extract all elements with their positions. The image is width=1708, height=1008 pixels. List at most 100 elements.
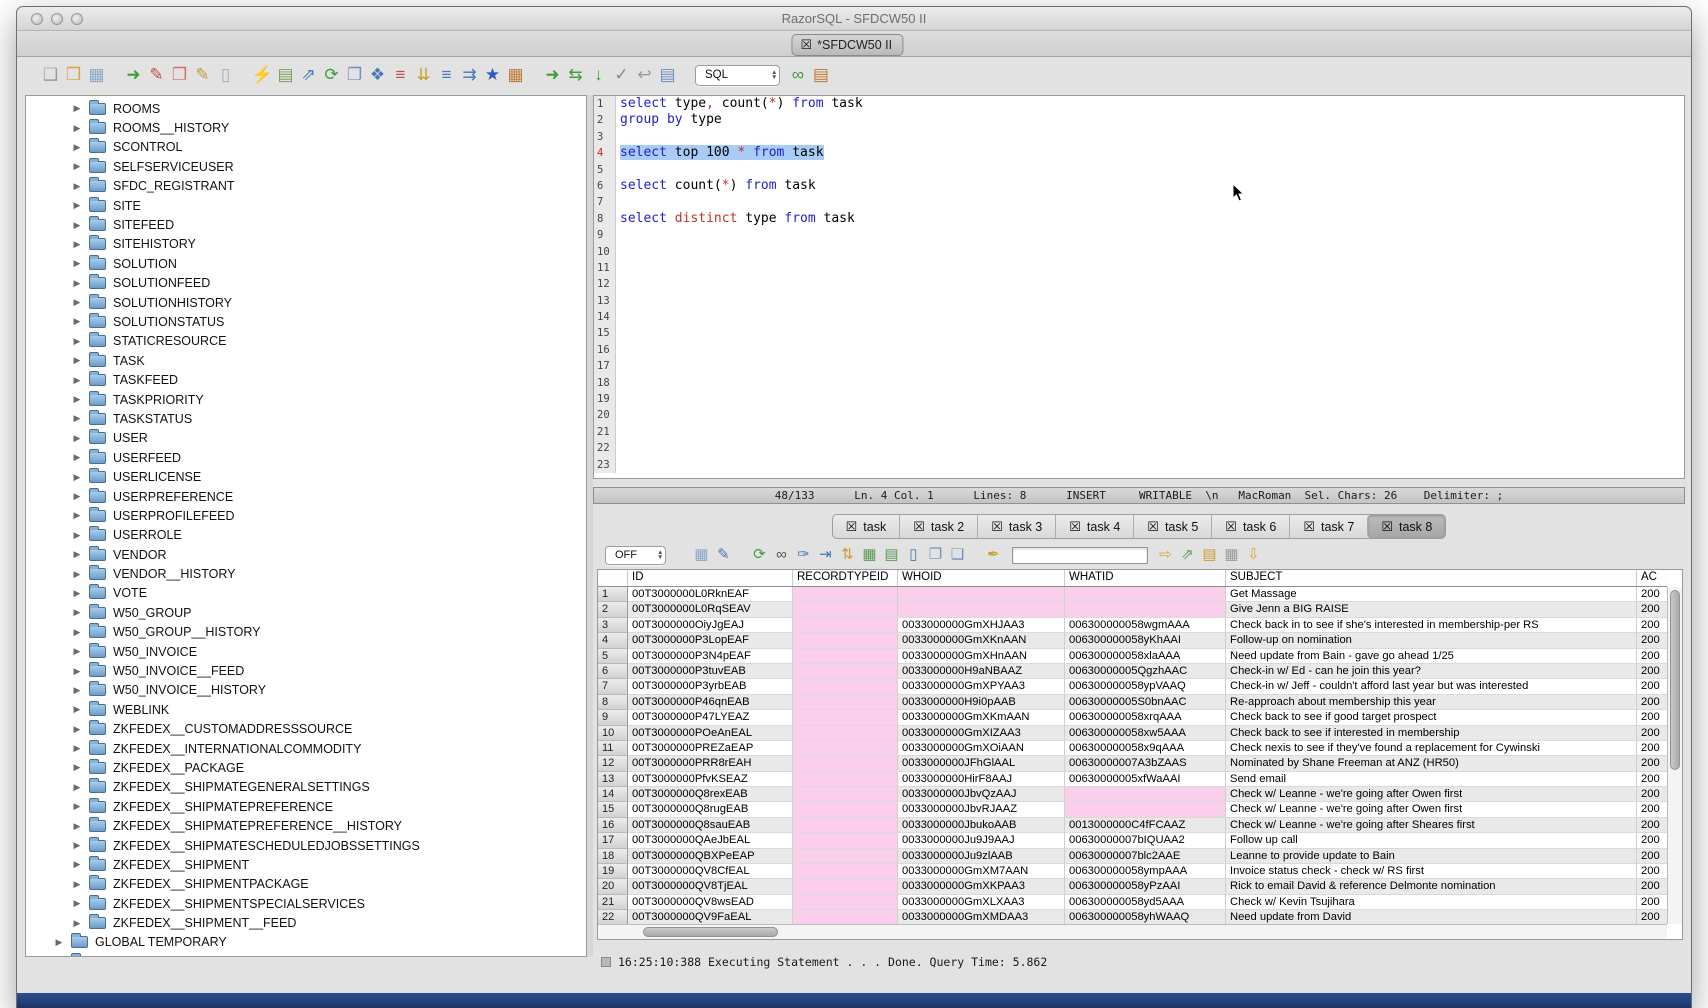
data-cell[interactable]: 00T3000000PRR8rEAH — [628, 756, 793, 771]
data-cell[interactable]: 00630000007blc2AAE — [1065, 849, 1226, 864]
data-cell[interactable] — [793, 679, 898, 694]
disclosure-triangle-icon[interactable]: ▶ — [72, 743, 82, 754]
rollback-icon[interactable]: ↩ — [633, 64, 656, 86]
data-cell[interactable]: 0033000000GmXIZAA3 — [898, 726, 1065, 741]
disclosure-triangle-icon[interactable]: ▶ — [72, 200, 82, 211]
execute-lightning-icon[interactable]: ⚡ — [251, 64, 274, 86]
data-cell[interactable]: Follow up call — [1226, 833, 1637, 848]
data-cell[interactable]: Send email — [1226, 772, 1637, 787]
disclosure-triangle-icon[interactable]: ▶ — [72, 588, 82, 599]
data-cell[interactable]: 00T3000000PREZaEAP — [628, 741, 793, 756]
data-cell[interactable]: 200 — [1637, 833, 1667, 848]
result-tab-task[interactable]: ☒task — [833, 515, 900, 538]
row-number-cell[interactable]: 14 — [598, 787, 628, 802]
data-cell[interactable] — [793, 618, 898, 633]
row-number-cell[interactable]: 15 — [598, 802, 628, 817]
disclosure-triangle-icon[interactable]: ▶ — [72, 627, 82, 638]
result-tab-task-2[interactable]: ☒task 2 — [899, 515, 977, 538]
import-data-icon[interactable]: ➜ — [122, 64, 145, 86]
data-cell[interactable]: 0033000000JbvRJAAZ — [898, 802, 1065, 817]
data-cell[interactable]: 006300000058x9qAAA — [1065, 741, 1226, 756]
row-number-cell[interactable]: 5 — [598, 649, 628, 664]
header-cell-ac[interactable]: AC — [1637, 570, 1667, 586]
tree-item-table[interactable]: ▶W50_INVOICE__FEED — [26, 661, 586, 680]
view-glasses-icon[interactable]: ∞ — [770, 544, 792, 566]
data-cell[interactable]: 00T3000000QBXPeEAP — [628, 849, 793, 864]
data-cell[interactable]: Follow-up on nomination — [1226, 633, 1637, 648]
data-cell[interactable]: 00630000007bIQUAA2 — [1065, 833, 1226, 848]
data-cell[interactable] — [793, 879, 898, 894]
data-cell[interactable]: 006300000058xrqAAA — [1065, 710, 1226, 725]
disclosure-triangle-icon[interactable]: ▶ — [72, 607, 82, 618]
disclosure-triangle-icon[interactable]: ▶ — [72, 898, 82, 909]
data-cell[interactable]: 200 — [1637, 864, 1667, 879]
disclosure-triangle-icon[interactable]: ▶ — [72, 336, 82, 347]
tree-item-table[interactable]: ▶TASKFEED — [26, 370, 586, 389]
highlight-pen-icon[interactable]: ✒ — [982, 544, 1004, 566]
data-cell[interactable] — [793, 833, 898, 848]
disclosure-triangle-icon[interactable]: ▶ — [72, 918, 82, 929]
disclosure-triangle-icon[interactable]: ▶ — [72, 394, 82, 405]
tree-item-table[interactable]: ▶SITEFEED — [26, 215, 586, 234]
result-tab-task-6[interactable]: ☒task 6 — [1211, 515, 1289, 538]
download-icon[interactable]: ⇩ — [1242, 544, 1264, 566]
generate-sql-icon[interactable]: ❐ — [343, 64, 366, 86]
row-number-cell[interactable]: 4 — [598, 633, 628, 648]
data-cell[interactable] — [793, 895, 898, 910]
disclosure-triangle-icon[interactable]: ▶ — [72, 530, 82, 541]
data-cell[interactable] — [793, 772, 898, 787]
tree-item-table[interactable]: ▶VENDOR__HISTORY — [26, 564, 586, 583]
tab-close-icon[interactable]: ☒ — [1303, 519, 1315, 535]
tree-item-table[interactable]: ▶USERLICENSE — [26, 467, 586, 486]
tree-item-table[interactable]: ▶ZKFEDEX__SHIPMENT — [26, 855, 586, 874]
tree-item-table[interactable]: ▶W50_INVOICE__HISTORY — [26, 681, 586, 700]
data-cell[interactable]: 200 — [1637, 879, 1667, 894]
data-cell[interactable] — [793, 849, 898, 864]
result-tab-task-5[interactable]: ☒task 5 — [1133, 515, 1211, 538]
data-cell[interactable]: Re-approach about membership this year — [1226, 695, 1637, 710]
tree-item-table[interactable]: ▶SITEHISTORY — [26, 235, 586, 254]
tree-item-table[interactable]: ▶SOLUTIONFEED — [26, 274, 586, 293]
tree-item-table[interactable]: ▶SELFSERVICEUSER — [26, 157, 586, 176]
data-cell[interactable]: 200 — [1637, 633, 1667, 648]
data-cell[interactable]: 00T3000000P3tuvEAB — [628, 664, 793, 679]
data-cell[interactable]: 0033000000GmXM7AAN — [898, 864, 1065, 879]
data-cell[interactable]: 200 — [1637, 772, 1667, 787]
row-number-cell[interactable]: 1 — [598, 587, 628, 602]
data-cell[interactable]: 0033000000JbukoAAB — [898, 818, 1065, 833]
data-cell[interactable]: 006300000058xw5AAA — [1065, 726, 1226, 741]
row-number-cell[interactable]: 18 — [598, 849, 628, 864]
tree-item-root[interactable]: ▶GLOBAL TEMPORARY — [26, 933, 586, 952]
disclosure-triangle-icon[interactable]: ▶ — [72, 142, 82, 153]
data-cell[interactable]: 200 — [1637, 664, 1667, 679]
data-cell[interactable]: 0033000000HirF8AAJ — [898, 772, 1065, 787]
tree-item-table[interactable]: ▶WEBLINK — [26, 700, 586, 719]
row-limit-select[interactable]: OFF ▲▼ — [605, 546, 666, 565]
header-cell-id[interactable]: ID — [628, 570, 793, 586]
row-number-cell[interactable]: 16 — [598, 818, 628, 833]
data-cell[interactable]: 00T3000000QV8TjEAL — [628, 879, 793, 894]
tree-item-table[interactable]: ▶W50_GROUP__HISTORY — [26, 623, 586, 642]
new-file-icon[interactable]: ❑ — [39, 64, 62, 86]
disclosure-triangle-icon[interactable]: ▶ — [72, 220, 82, 231]
data-cell[interactable]: 006300000058ympAAA — [1065, 864, 1226, 879]
data-cell[interactable] — [793, 710, 898, 725]
data-cell[interactable]: Check nexis to see if they've found a re… — [1226, 741, 1637, 756]
data-cell[interactable]: 200 — [1637, 695, 1667, 710]
header-cell-rownum[interactable] — [598, 570, 628, 586]
tree-item-table[interactable]: ▶W50_INVOICE — [26, 642, 586, 661]
tab-close-icon[interactable]: ☒ — [991, 519, 1003, 535]
data-cell[interactable]: 00T3000000QV8wsEAD — [628, 895, 793, 910]
data-cell[interactable]: 0033000000GmXKnAAN — [898, 633, 1065, 648]
data-cell[interactable]: 200 — [1637, 849, 1667, 864]
save-results-icon[interactable]: ▦ — [690, 544, 712, 566]
data-cell[interactable]: 00T3000000POeAnEAL — [628, 726, 793, 741]
data-cell[interactable]: Check w/ Leanne - we're going after Owen… — [1226, 787, 1637, 802]
data-cell[interactable]: 006300000058yKhAAI — [1065, 633, 1226, 648]
disclosure-triangle-icon[interactable]: ▶ — [72, 879, 82, 890]
data-cell[interactable]: 00T3000000P3yrbEAB — [628, 679, 793, 694]
refresh-icon[interactable]: ⟳ — [320, 64, 343, 86]
tree-item-table[interactable]: ▶W50_GROUP — [26, 603, 586, 622]
row-number-cell[interactable]: 13 — [598, 772, 628, 787]
data-cell[interactable]: 200 — [1637, 741, 1667, 756]
